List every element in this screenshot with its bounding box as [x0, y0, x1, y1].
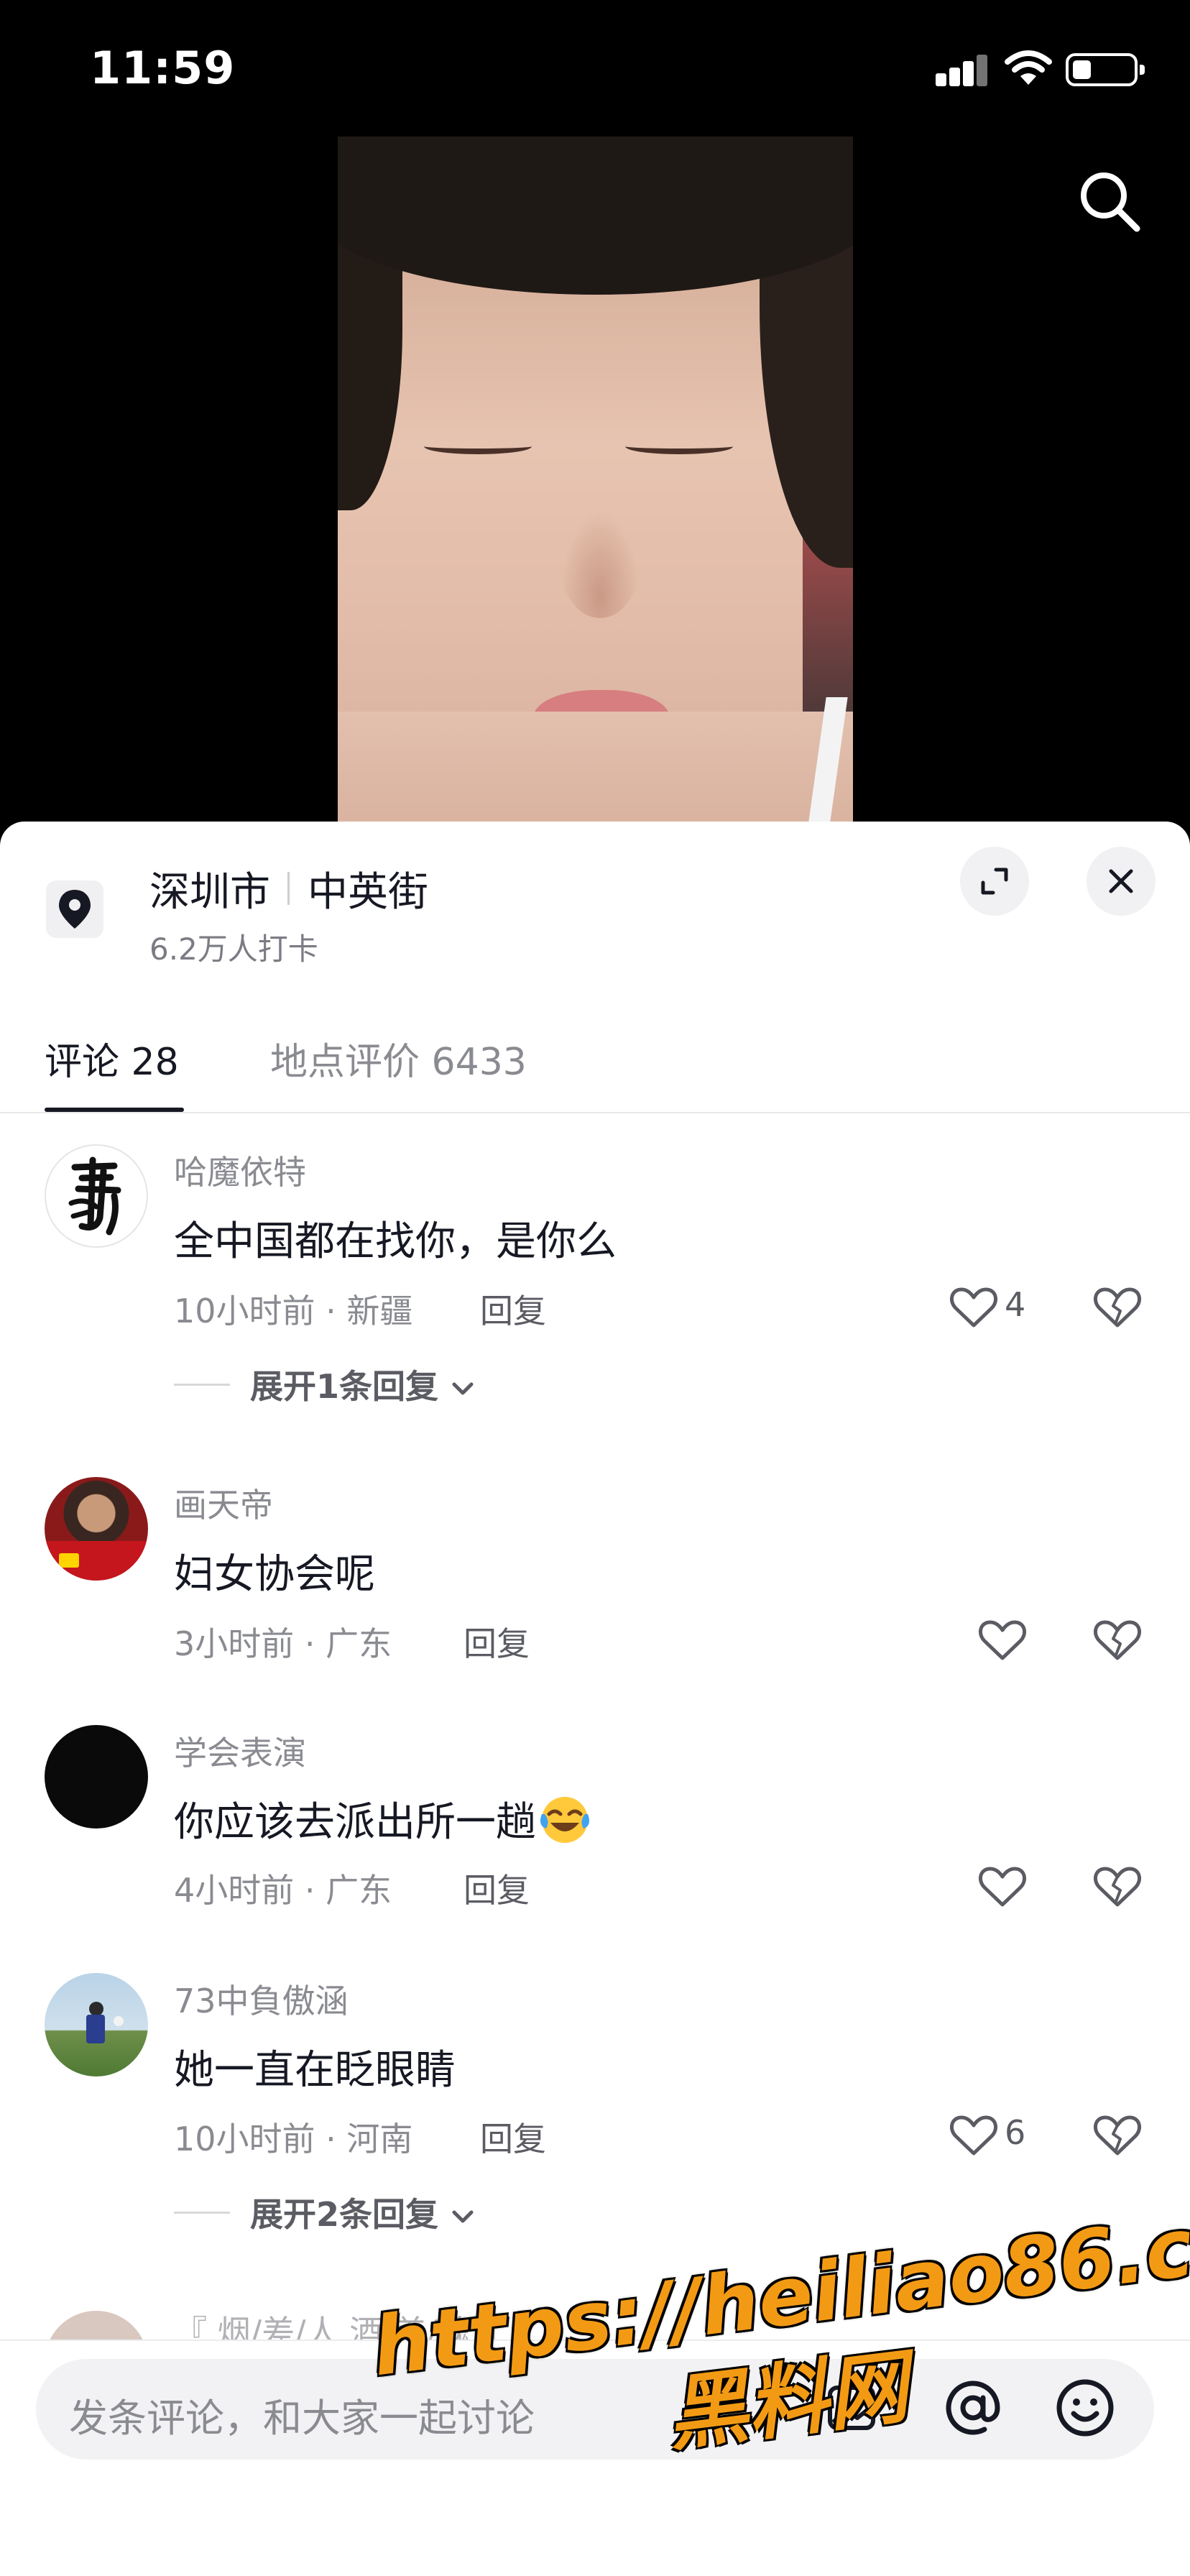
avatar[interactable] — [45, 2311, 148, 2340]
comment-username[interactable]: 学会表演 — [174, 1727, 306, 1775]
cellular-signal-icon — [936, 53, 987, 86]
video-player[interactable] — [338, 137, 853, 827]
broken-heart-icon[interactable] — [1092, 1282, 1143, 1333]
comment-text: 妇女协会呢 — [174, 1551, 375, 1598]
tab-comments[interactable]: 评论 28 — [45, 1031, 179, 1085]
phone-screen: 11:59 深圳市 中英街 6.2万人打卡 评论 28 地点评价 6433 哈魔… — [0, 0, 1190, 2576]
comment-meta: 4小时前 · 广东 — [174, 1871, 392, 1910]
comment-username[interactable]: 画天帝 — [174, 1479, 273, 1527]
expand-replies-button[interactable]: 展开1条回复 — [250, 1361, 476, 1408]
close-button[interactable] — [1087, 847, 1156, 916]
tab-divider — [0, 1112, 1190, 1113]
chevron-down-icon — [452, 2210, 474, 2222]
avatar[interactable] — [45, 1725, 148, 1828]
like-count: 4 — [1005, 1285, 1026, 1324]
comment-text: 你应该去派出所一趟 — [174, 1799, 536, 1846]
expand-icon — [981, 868, 1008, 895]
location-checkins: 6.2万人打卡 — [149, 932, 318, 967]
battery-icon — [1066, 53, 1145, 86]
expand-line — [174, 1384, 230, 1386]
comment-username[interactable]: 73中負傲涵 — [174, 1975, 349, 2023]
comment-text: 她一直在眨眼睛 — [174, 2047, 456, 2094]
heart-icon[interactable] — [949, 2110, 999, 2161]
avatar[interactable] — [45, 1144, 148, 1248]
close-icon — [1109, 869, 1133, 893]
location-street[interactable]: 中英街 — [308, 860, 428, 918]
expand-replies-label: 展开1条回复 — [250, 1367, 439, 1406]
crying-laughing-emoji-icon — [540, 1797, 589, 1843]
expand-replies-label: 展开2条回复 — [250, 2195, 439, 2234]
status-time: 11:59 — [90, 42, 236, 94]
reply-button[interactable]: 回复 — [463, 1618, 530, 1665]
reply-button[interactable]: 回复 — [480, 2113, 546, 2161]
broken-heart-icon[interactable] — [1092, 1615, 1143, 1665]
broken-heart-icon[interactable] — [1092, 2110, 1143, 2161]
expand-button[interactable] — [960, 847, 1029, 916]
tab-place-reviews[interactable]: 地点评价 6433 — [270, 1031, 527, 1085]
location-separator — [287, 872, 290, 905]
location-city[interactable]: 深圳市 — [149, 860, 270, 918]
avatar[interactable] — [45, 1477, 148, 1581]
like-count: 6 — [1005, 2113, 1026, 2152]
comment-text: 全中国都在找你，是你么 — [174, 1218, 617, 1265]
search-icon[interactable] — [1074, 165, 1145, 237]
heart-icon[interactable] — [977, 1862, 1028, 1912]
expand-replies-button[interactable]: 展开2条回复 — [250, 2189, 476, 2236]
avatar[interactable] — [45, 1973, 148, 2076]
expand-line — [174, 2212, 230, 2214]
wifi-icon — [1005, 50, 1052, 85]
status-bar: 11:59 — [0, 0, 1190, 137]
heart-icon[interactable] — [977, 1615, 1028, 1665]
location-pin-icon — [46, 880, 103, 938]
heart-icon[interactable] — [949, 1282, 999, 1333]
chevron-down-icon — [452, 1382, 474, 1394]
reply-button[interactable]: 回复 — [463, 1864, 530, 1912]
comment-text-row: 你应该去派出所一趟 — [174, 1790, 594, 1848]
comment-meta: 3小时前 · 广东 — [174, 1624, 392, 1663]
reply-button[interactable]: 回复 — [480, 1285, 546, 1333]
broken-heart-icon[interactable] — [1092, 1862, 1143, 1912]
comment-meta: 10小时前 · 新疆 — [174, 1292, 413, 1330]
comment-username[interactable]: 哈魔依特 — [174, 1146, 306, 1194]
comment-meta: 10小时前 · 河南 — [174, 2120, 413, 2158]
